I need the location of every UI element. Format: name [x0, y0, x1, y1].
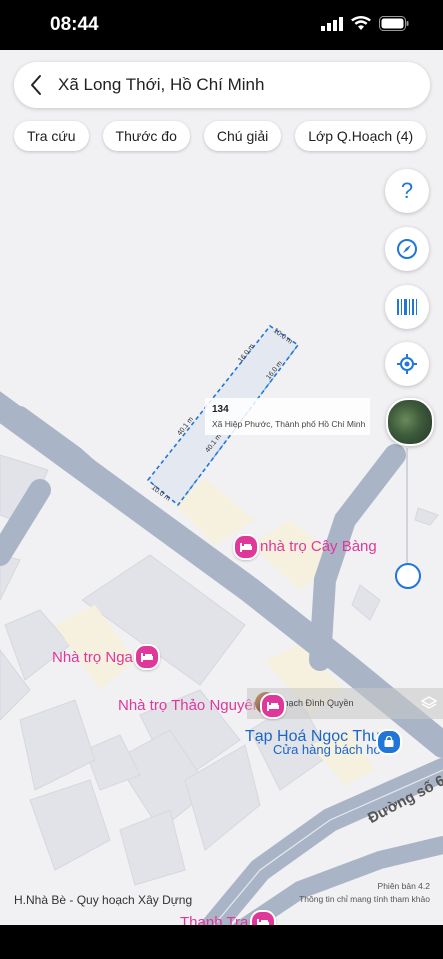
help-icon: ? [400, 178, 414, 203]
back-button[interactable] [14, 62, 58, 108]
search-title: Xã Long Thới, Hồ Chí Minh [58, 75, 265, 94]
search-bar[interactable]: Xã Long Thới, Hồ Chí Minh [14, 62, 430, 108]
chip-thuoc-do[interactable]: Thước đo [102, 121, 190, 151]
filter-chips: Tra cứu Thước đo Chú giải Lớp Q.Hoạch (4… [14, 121, 427, 151]
locate-icon [397, 354, 417, 374]
nearby-user-name: Thạch Đình Quyền [278, 698, 354, 708]
poi-category: Cửa hàng bách hóa [273, 742, 388, 757]
satellite-toggle-button[interactable] [386, 398, 434, 446]
disclaimer: Thông tin chỉ mang tính tham khảo [299, 894, 430, 904]
barcode-icon [397, 299, 417, 315]
parcel-number: 134 [212, 404, 229, 415]
map-base [0, 324, 443, 925]
poi-nha-tro-cay-bang[interactable]: nhà trọ Cây Bàng [260, 538, 377, 555]
poi-nha-tro-thao-nguyen[interactable]: Nhà trọ Thảo Nguyên [118, 697, 261, 714]
map-canvas[interactable] [0, 50, 443, 925]
barcode-button[interactable] [385, 285, 429, 329]
compass-button[interactable] [385, 227, 429, 271]
chip-lop-quy-hoach[interactable]: Lớp Q.Hoạch (4) [295, 121, 427, 151]
bed-icon[interactable] [134, 644, 160, 670]
compass-icon [397, 239, 417, 259]
wifi-icon [351, 16, 371, 30]
opacity-slider-track[interactable] [406, 448, 408, 566]
map-layer-name: H.Nhà Bè - Quy hoạch Xây Dựng [14, 893, 193, 907]
parcel-address: Xã Hiệp Phước, Thành phố Hồ Chí Minh [212, 419, 366, 429]
poi-nha-tro-nga[interactable]: Nhà trọ Nga [52, 649, 133, 666]
my-location-button[interactable] [385, 342, 429, 386]
chip-chu-giai[interactable]: Chú giải [203, 121, 282, 151]
status-bar: 08:44 [0, 0, 443, 50]
signal-icon [321, 16, 343, 31]
battery-icon [379, 16, 409, 31]
chevron-left-icon [31, 75, 41, 95]
chip-tra-cuu[interactable]: Tra cứu [14, 121, 89, 151]
help-button[interactable]: ? [385, 169, 429, 213]
bed-icon[interactable] [233, 534, 259, 560]
shop-icon[interactable] [376, 729, 402, 755]
opacity-slider-handle[interactable] [395, 563, 421, 589]
layers-icon[interactable] [421, 695, 437, 711]
parcel-info-label[interactable]: 134 Xã Hiệp Phước, Thành phố Hồ Chí Minh [205, 398, 370, 435]
app-version: Phiên bản 4.2 [377, 881, 430, 891]
bottom-bar [0, 925, 443, 959]
status-icons [321, 16, 409, 31]
bed-icon[interactable] [260, 693, 286, 719]
status-time: 08:44 [50, 14, 99, 35]
